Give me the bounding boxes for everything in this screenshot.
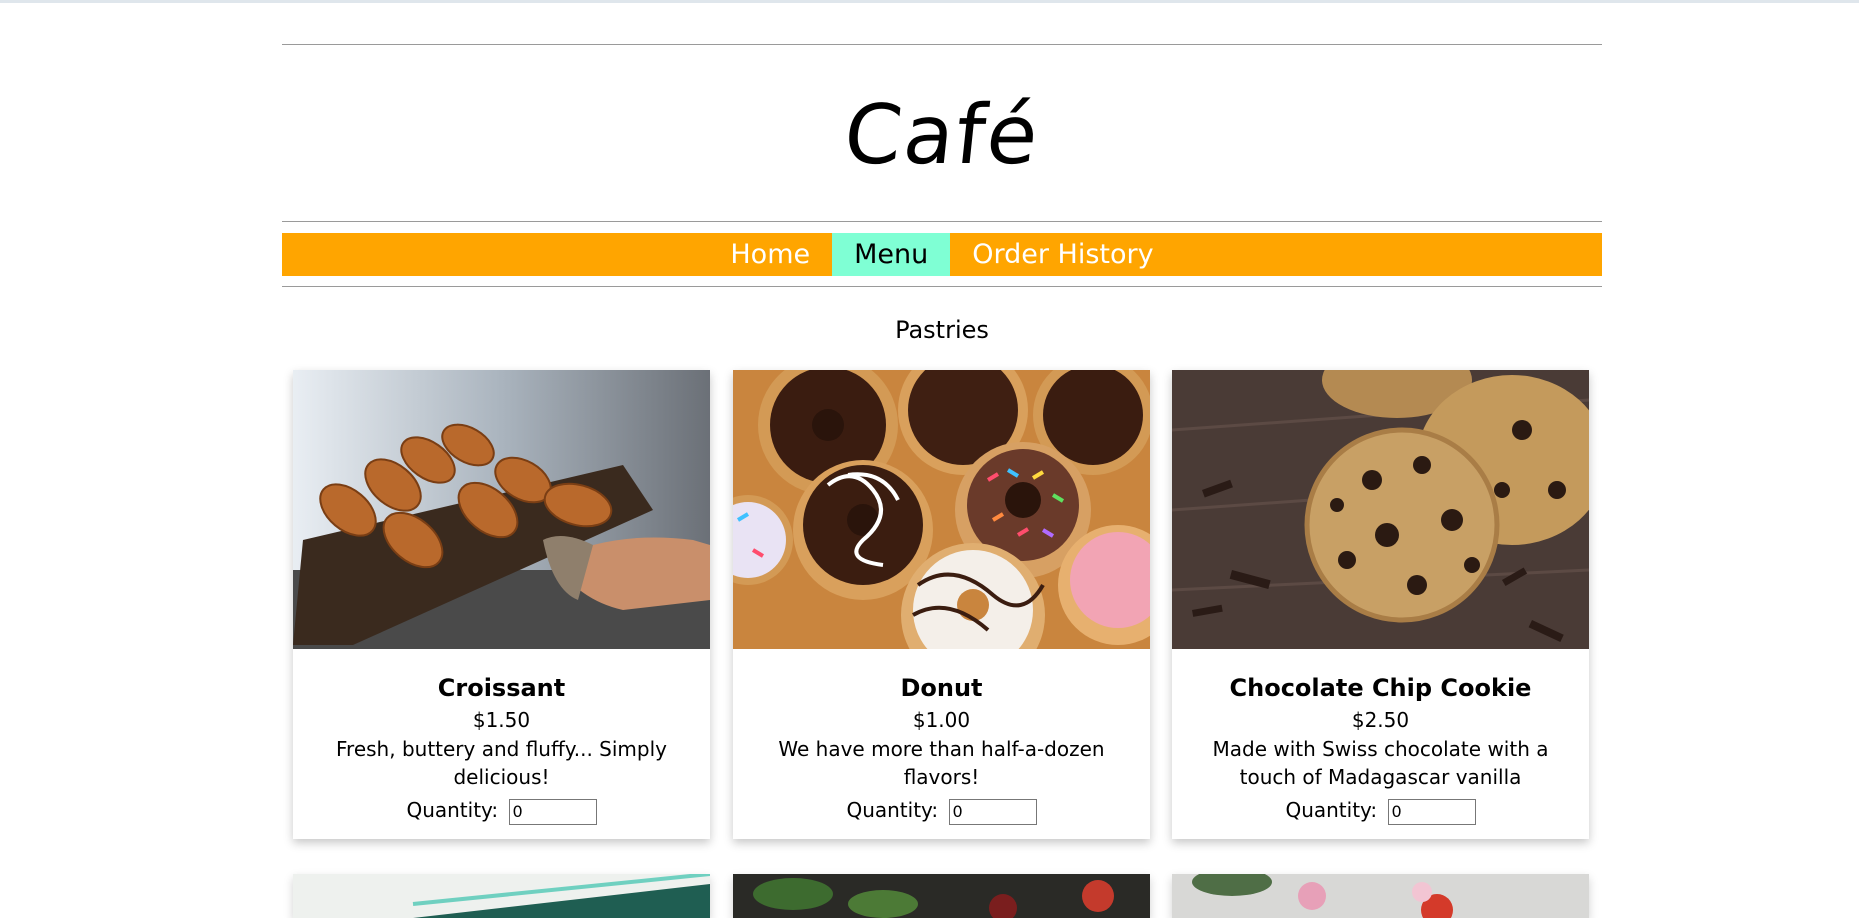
product-description: Made with Swiss chocolate with a touch o… (1212, 737, 1549, 789)
quantity-input-croissant[interactable] (508, 798, 597, 825)
cookie-image (1172, 370, 1589, 649)
product-name: Chocolate Chip Cookie (1229, 674, 1532, 702)
product-name: Croissant (437, 674, 566, 702)
browser-top-border (0, 0, 1859, 3)
product-name: Donut (900, 674, 983, 702)
quantity-input-cookie[interactable] (1387, 798, 1476, 825)
section-title: Pastries (895, 316, 989, 344)
quantity-input-donut[interactable] (948, 798, 1037, 825)
product-price: $2.50 (1351, 708, 1410, 732)
product-price: $1.00 (912, 708, 971, 732)
main-nav: Home Menu Order History (282, 233, 1602, 276)
quantity-label: Quantity: (846, 798, 939, 822)
croissant-image (293, 370, 710, 649)
quantity-row: Quantity: (293, 795, 710, 839)
nav-order-history-link[interactable]: Order History (950, 233, 1175, 276)
nav-home-link[interactable]: Home (708, 233, 832, 276)
quantity-row: Quantity: (733, 795, 1150, 839)
header-top-rule (282, 44, 1602, 45)
product-description: Fresh, buttery and fluffy... Simply deli… (336, 737, 667, 789)
product-image-partial (733, 874, 1150, 918)
product-card-croissant: Croissant $1.50 Fresh, buttery and fluff… (293, 370, 710, 839)
nav-bottom-rule (282, 286, 1602, 287)
product-card-donut: Donut $1.00 We have more than half-a-doz… (733, 370, 1150, 839)
nav-menu-link[interactable]: Menu (832, 233, 951, 276)
donut-image (733, 370, 1150, 649)
product-image-partial (293, 874, 710, 918)
product-card-partial-3 (1172, 874, 1589, 918)
site-title: Café (839, 88, 1045, 183)
product-description: We have more than half-a-dozen flavors! (778, 737, 1105, 789)
product-card-partial-1 (293, 874, 710, 918)
nav-top-rule (282, 221, 1602, 222)
product-price: $1.50 (472, 708, 531, 732)
quantity-row: Quantity: (1172, 795, 1589, 839)
quantity-label: Quantity: (406, 798, 499, 822)
product-card-chocolate-chip-cookie: Chocolate Chip Cookie $2.50 Made with Sw… (1172, 370, 1589, 839)
quantity-label: Quantity: (1285, 798, 1378, 822)
product-image-partial (1172, 874, 1589, 918)
product-card-partial-2 (733, 874, 1150, 918)
